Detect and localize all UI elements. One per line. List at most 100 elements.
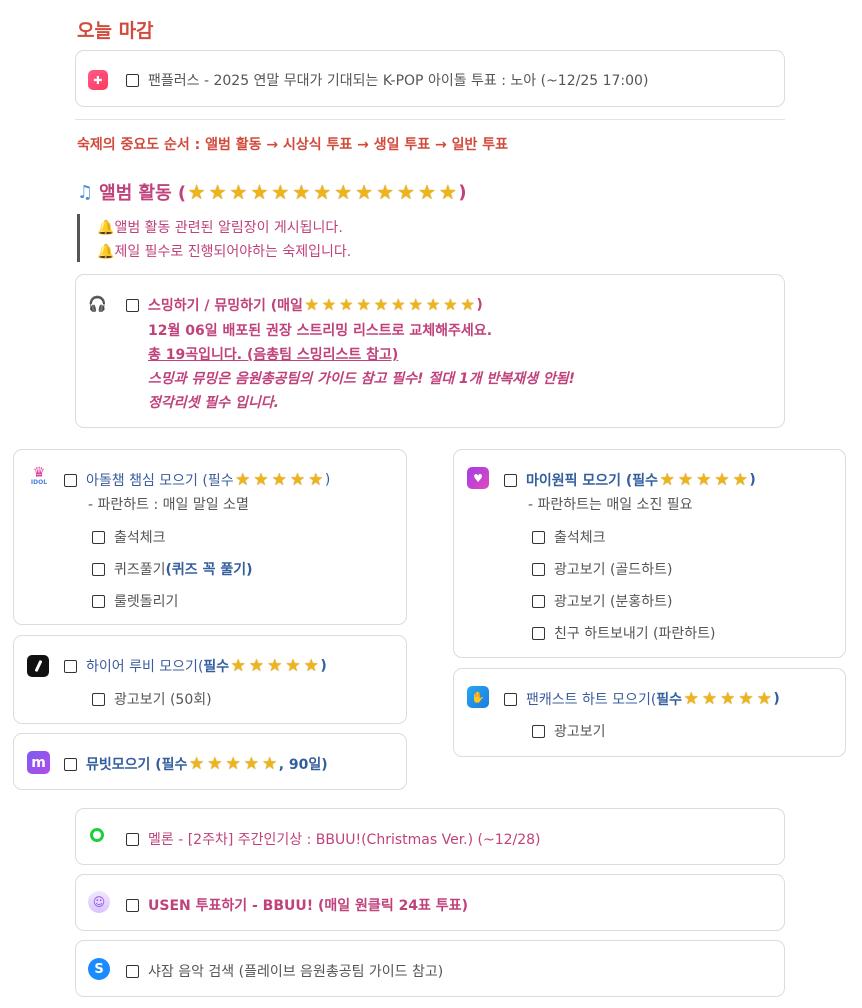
star-icon: ★ [339,295,354,314]
checkbox[interactable] [532,724,545,738]
checkbox[interactable] [532,562,545,576]
star-icon: ★ [235,469,251,490]
star-icon: ★ [417,180,436,204]
bell-icon: 🔔 [97,220,115,236]
checkbox[interactable] [532,530,545,544]
bell-icon: 🔔 [97,244,115,260]
melon-row[interactable]: 멜론 - [2주차] 주간인기상 : BBUU!(Christmas Ver.)… [126,829,541,849]
mywonpick-item-gold-ad[interactable]: 광고보기 (골드하트) [532,559,672,579]
music-notes-icon: ♫ [77,181,94,203]
fancast-item-ad[interactable]: 광고보기 [532,721,606,741]
idolchamp-item-roulette[interactable]: 룰렛돌리기 [92,591,178,611]
star-icon: ★ [714,469,730,490]
mywonpick-checkbox[interactable] [504,473,517,487]
album-note-2: 🔔제일 필수로 진행되어야하는 숙제입니다. [97,244,352,260]
star-icon: ★ [756,688,772,709]
checkbox[interactable] [92,530,105,544]
album-note-1: 🔔앨범 활동 관련된 알림장이 게시됩니다. [97,220,343,236]
mubeat-icon: m [27,751,50,774]
album-heading: ♫ 앨범 활동 ( ★ ★ ★ ★ ★ ★ ★ ★ ★ ★ ★ ★ ★ ) [77,180,467,205]
usen-card: ☺ USEN 투표하기 - BBUU! (매일 원클릭 24표 투표) [75,874,785,931]
mywonpick-card: ♥ 마이원픽 모으기 (필수 ★ ★ ★ ★ ★ ) - 파란하트는 매일 소진 필요 … [453,449,846,658]
mywonpick-row[interactable]: 마이원픽 모으기 (필수 ★ ★ ★ ★ ★ ) [504,470,756,490]
star-icon: ★ [355,180,374,204]
star-icon: ★ [738,688,754,709]
fancast-stars: ★ ★ ★ ★ ★ [682,688,773,709]
idolchamp-item-quiz[interactable]: 퀴즈풀기 (퀴즈 꼭 풀기) [92,559,252,579]
hiruby-stars: ★ ★ ★ ★ ★ [229,655,320,676]
star-icon: ★ [659,469,675,490]
usen-row[interactable]: USEN 투표하기 - BBUU! (매일 원클릭 24표 투표) [126,895,468,915]
fancast-row[interactable]: 팬캐스트 하트 모으기(필수 ★ ★ ★ ★ ★ ) [504,689,780,709]
streaming-line-1: 12월 06일 배포된 권장 스트리밍 리스트로 교체해주세요. [148,323,493,339]
checkbox[interactable] [92,562,105,576]
notes-bar [77,214,80,262]
star-icon: ★ [289,469,306,490]
star-icon: ★ [208,180,227,204]
shazam-icon: S [88,958,110,980]
mubeat-row[interactable]: 뮤빗모으기 (필수 ★ ★ ★ ★ ★ , 90일) [64,754,328,774]
shazam-checkbox[interactable] [126,964,139,978]
mywonpick-item-friend-heart[interactable]: 친구 하트보내기 (파란하트) [532,623,716,643]
streaming-line-2[interactable]: 총 19곡입니다. (음총팀 스밍리스트 참고) [148,344,398,364]
idolchamp-row[interactable]: 아돌챔 챔심 모으기 (필수 ★ ★ ★ ★ ★ ) [64,470,330,490]
star-icon: ★ [261,753,278,774]
streaming-row[interactable]: 스밍하기 / 뮤밍하기 (매일 ★ ★ ★ ★ ★ ★ ★ ★ ★ ★ ) [126,295,483,315]
fanplus-row[interactable]: 팬플러스 - 2025 연말 무대가 기대되는 K-POP 아이돌 투표 : 노… [126,70,648,90]
star-icon: ★ [720,688,736,709]
shazam-row[interactable]: 샤잠 음악 검색 (플레이브 음원총공팀 가이드 참고) [126,961,443,981]
fanplus-text: 팬플러스 - 2025 연말 무대가 기대되는 K-POP 아이돌 투표 : 노… [148,73,649,89]
star-icon: ★ [321,295,337,314]
mywonpick-stars: ★ ★ ★ ★ ★ [658,469,749,490]
star-icon: ★ [425,295,441,314]
idolchamp-item-attendance[interactable]: 출석체크 [92,527,166,547]
checkbox[interactable] [532,594,545,608]
idolchamp-checkbox[interactable] [64,473,77,487]
mubeat-stars: ★ ★ ★ ★ ★ [187,753,278,774]
melon-checkbox[interactable] [126,832,139,846]
hiruby-item-ad[interactable]: 광고보기 (50회) [92,689,212,709]
fanplus-checkbox[interactable] [126,73,139,87]
streaming-card: 🎧 스밍하기 / 뮤밍하기 (매일 ★ ★ ★ ★ ★ ★ ★ ★ ★ ★ ) 12월 06일 배… [75,274,785,428]
star-icon: ★ [285,655,301,676]
shazam-card: S 샤잠 음악 검색 (플레이브 음원총공팀 가이드 참고) [75,940,785,997]
streaming-title: 스밍하기 / 뮤밍하기 (매일 [148,298,303,314]
star-icon: ★ [391,295,406,314]
fancast-checkbox[interactable] [504,692,517,706]
melon-card: 멜론 - [2주차] 주간인기상 : BBUU!(Christmas Ver.)… [75,808,785,865]
streaming-line-4: 정각리셋 필수 입니다. [148,395,279,411]
idolchamp-card: ♛ IDOL 아돌챔 챔심 모으기 (필수 ★ ★ ★ ★ ★ ) - 파란하트 : 매… [13,449,407,625]
hiruby-checkbox[interactable] [64,659,77,673]
hiruby-card: 하이어 루비 모으기(필수 ★ ★ ★ ★ ★ ) 광고보기 (50회) [13,635,407,724]
star-icon: ★ [397,180,415,204]
mywonpick-item-pink-ad[interactable]: 광고보기 (분홍하트) [532,591,672,611]
hiruby-row[interactable]: 하이어 루비 모으기(필수 ★ ★ ★ ★ ★ ) [64,656,327,676]
star-icon: ★ [187,180,206,204]
star-icon: ★ [253,469,269,490]
star-icon: ★ [230,655,246,676]
star-icon: ★ [304,295,319,314]
star-icon: ★ [303,655,319,676]
mywonpick-item-attendance[interactable]: 출석체크 [532,527,606,547]
fanplus-card: ✚ 팬플러스 - 2025 연말 무대가 기대되는 K-POP 아이돌 투표 :… [75,50,785,107]
streaming-stars: ★ ★ ★ ★ ★ ★ ★ ★ ★ ★ [303,297,476,313]
mywonpick-sub: - 파란하트는 매일 소진 필요 [528,497,693,513]
star-icon: ★ [292,180,311,204]
star-icon: ★ [225,753,241,774]
idolchamp-icon: ♛ IDOL [30,465,48,486]
fancast-icon: ✋ [467,686,489,708]
usen-checkbox[interactable] [126,898,139,912]
checkbox[interactable] [92,594,105,608]
checkbox[interactable] [532,626,545,640]
star-icon: ★ [683,688,699,709]
usen-mascot-icon: ☺ [88,891,110,913]
idolchamp-sub: - 파란하트 : 매일 말일 소멸 [88,497,249,513]
mubeat-checkbox[interactable] [64,757,77,771]
idolchamp-stars: ★ ★ ★ ★ ★ [234,469,325,490]
star-icon: ★ [271,469,287,490]
streaming-line-3: 스밍과 뮤밍은 음원총공팀의 가이드 참고 필수! 절대 1개 반복재생 안됨! [148,371,576,387]
star-icon: ★ [334,180,353,204]
star-icon: ★ [267,655,283,676]
streaming-checkbox[interactable] [126,298,139,312]
checkbox[interactable] [92,692,105,706]
